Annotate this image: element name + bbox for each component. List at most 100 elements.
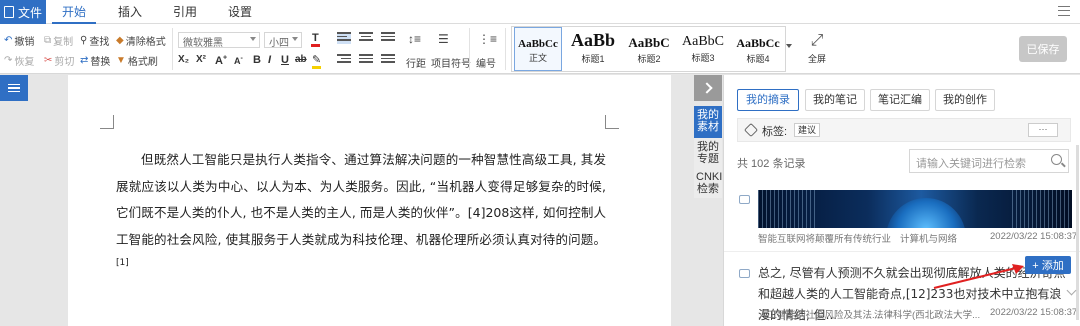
align-center-button[interactable]	[359, 32, 373, 44]
style-heading-2[interactable]: AaBbC 标题2	[622, 27, 676, 71]
style-heading-3[interactable]: AaBbC 标题3	[676, 27, 730, 71]
underline-icon: U	[281, 54, 289, 66]
bold-icon: B	[253, 54, 261, 66]
margin-corner-mark	[605, 115, 619, 129]
search-placeholder: 请输入关键词进行检索	[916, 158, 1026, 170]
bold-button[interactable]: B	[253, 54, 261, 66]
add-button[interactable]: + 添加	[1025, 256, 1071, 274]
separator	[505, 28, 506, 70]
font-size-select[interactable]: 小四	[264, 32, 302, 49]
tag-chip[interactable]: 建议	[794, 123, 821, 137]
bullets-icon: ☰	[438, 32, 449, 46]
style-label: 正文	[528, 53, 547, 63]
tab-my-notes[interactable]: 我的笔记	[805, 89, 865, 111]
format-painter-label: 格式刷	[127, 57, 158, 68]
tab-note-compilation[interactable]: 笔记汇编	[870, 89, 930, 111]
highlighter-icon: ✎	[312, 54, 322, 69]
strikethrough-button[interactable]: ab	[295, 54, 307, 65]
file-menu-label: 文件	[17, 5, 42, 20]
undo-icon: ↶	[4, 35, 13, 46]
search-icon: ⚲	[80, 35, 88, 46]
excerpt-icon	[739, 269, 750, 278]
side-tab-my-topics[interactable]: 我的专题	[694, 138, 722, 168]
undo-button[interactable]: ↶ 撤销	[4, 33, 34, 48]
tag-more-button[interactable]: ···	[1028, 123, 1058, 137]
subscript-icon: X₂	[178, 54, 190, 65]
ribbon-collapse-icon[interactable]	[1058, 6, 1070, 16]
menu-bar: 文件 开始 插入 引用 设置	[0, 0, 1080, 24]
bullets-label[interactable]: 项目符号	[431, 55, 471, 70]
chevron-down-icon	[250, 37, 256, 41]
outline-toggle-button[interactable]	[0, 75, 28, 101]
excerpt-image[interactable]	[758, 190, 1072, 228]
tab-my-creations[interactable]: 我的创作	[935, 89, 995, 111]
font-color-button[interactable]: T	[311, 32, 320, 47]
tab-insert[interactable]: 插入	[108, 0, 152, 24]
line-spacing-icon: ↕≡	[408, 32, 422, 46]
style-preview: AaBbCc	[736, 36, 780, 50]
format-painter-button[interactable]: ▼ 格式刷	[116, 53, 158, 68]
outdent-button[interactable]	[381, 54, 395, 66]
find-button[interactable]: ⚲ 查找	[80, 33, 109, 48]
entry-source[interactable]: 人工智能的社会风险及其法...	[758, 307, 880, 321]
side-tab-cnki-search[interactable]: CNKI检索	[694, 168, 722, 198]
italic-button[interactable]: I	[268, 54, 271, 66]
chevron-down-icon	[292, 37, 298, 41]
style-heading-4[interactable]: AaBbCc 标题4	[730, 27, 786, 71]
copy-button[interactable]: ⧉ 复制	[44, 33, 73, 48]
redo-button[interactable]: ↷ 恢复	[4, 53, 34, 68]
excerpt-icon	[739, 195, 750, 204]
subscript-button[interactable]: X₂	[178, 54, 189, 65]
justify-button[interactable]	[359, 54, 373, 66]
panel-scrollbar[interactable]	[1076, 145, 1079, 320]
file-menu-button[interactable]: 文件	[0, 0, 46, 24]
tab-reference[interactable]: 引用	[163, 0, 207, 24]
numbering-label[interactable]: 编号	[476, 55, 496, 70]
entry-source[interactable]: 智能互联网将颠覆所有传统行业	[758, 231, 891, 245]
line-spacing-label[interactable]: 行距	[406, 55, 426, 70]
footnote-marker[interactable]: [1]	[116, 258, 129, 268]
save-button[interactable]: 已保存	[1019, 36, 1067, 62]
more-options-icon[interactable]: ···	[1041, 290, 1056, 304]
shrink-font-icon: A-	[234, 55, 243, 66]
style-normal[interactable]: AaBbCc 正文	[514, 27, 562, 71]
align-left-button[interactable]	[337, 32, 351, 44]
style-heading-1[interactable]: AaBb 标题1	[566, 27, 620, 71]
side-tab-my-materials[interactable]: 我的素材	[694, 106, 722, 138]
style-preview: AaBbC	[682, 34, 724, 49]
indent-button[interactable]	[381, 32, 395, 44]
cut-button[interactable]: ✂ 剪切	[44, 53, 74, 68]
paragraph-text[interactable]: 但既然人工智能只是执行人类指令、通过算法解决问题的一种智慧性高级工具, 其发展就…	[116, 152, 606, 247]
decorative-pattern	[758, 190, 818, 228]
tag-icon	[743, 122, 759, 138]
panel-toggle-button[interactable]	[694, 75, 722, 101]
styles-more-icon[interactable]	[786, 44, 792, 48]
document-page[interactable]: 但既然人工智能只是执行人类指令、通过算法解决问题的一种智慧性高级工具, 其发展就…	[68, 75, 671, 326]
tag-label: 标签:	[762, 126, 788, 138]
underline-button[interactable]: U	[281, 54, 289, 66]
tab-home[interactable]: 开始	[52, 0, 96, 24]
font-family-select[interactable]: 微软雅黑	[178, 32, 260, 49]
font-color-icon: T	[311, 32, 320, 47]
fullscreen-button[interactable]: ⤢ 全屏	[802, 30, 832, 65]
superscript-button[interactable]: X²	[196, 54, 206, 65]
expand-icon: ⤢	[810, 32, 824, 49]
search-icon[interactable]	[1051, 154, 1062, 165]
separator	[172, 28, 173, 70]
grow-font-button[interactable]: A+	[215, 54, 227, 67]
tab-settings[interactable]: 设置	[218, 0, 262, 24]
redo-icon: ↷	[4, 55, 13, 66]
tab-my-excerpts[interactable]: 我的摘录	[737, 89, 799, 111]
style-preview: AaBbCc	[518, 38, 558, 50]
search-input[interactable]: 请输入关键词进行检索	[909, 149, 1069, 173]
replace-button[interactable]: ⇄ 替换	[80, 53, 110, 68]
style-preview: AaBb	[570, 30, 615, 50]
document-paragraph[interactable]: 但既然人工智能只是执行人类指令、通过算法解决问题的一种智慧性高级工具, 其发展就…	[116, 147, 606, 280]
shrink-font-button[interactable]: A-	[234, 55, 243, 66]
align-right-button[interactable]	[337, 54, 351, 66]
highlight-button[interactable]: ✎	[312, 53, 322, 69]
entry-timestamp: 2022/03/22 15:08:37	[990, 231, 1078, 242]
font-family-value: 微软雅黑	[183, 38, 223, 49]
clear-format-button[interactable]: ◆ 清除格式	[116, 33, 166, 48]
superscript-icon: X²	[196, 54, 206, 65]
